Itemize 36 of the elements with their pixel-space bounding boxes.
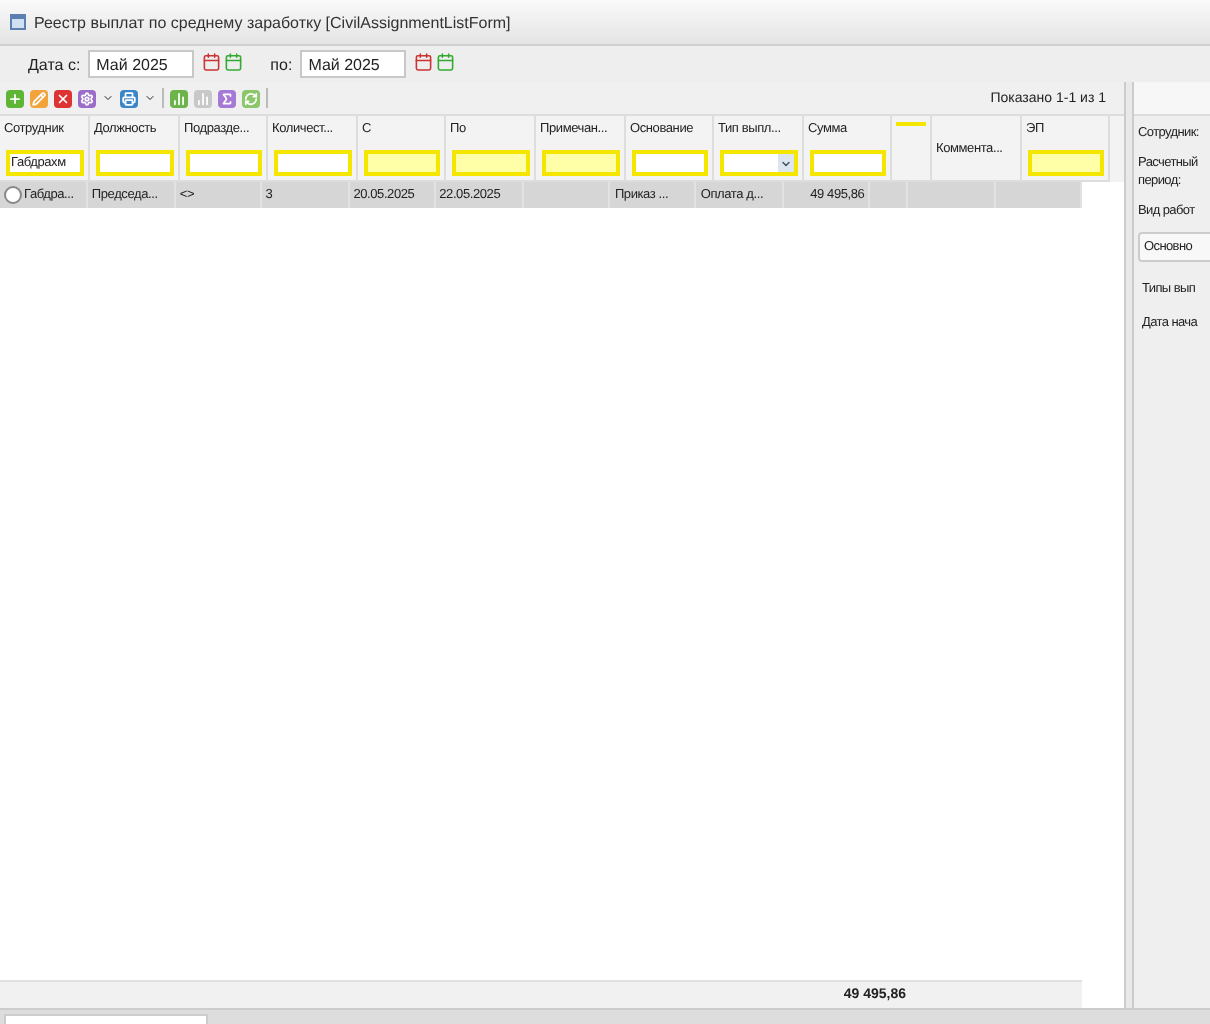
date-from-field[interactable]: Май 2025 — [88, 50, 195, 78]
caret-icon — [779, 157, 791, 169]
chart-icon[interactable] — [170, 89, 188, 107]
caret-icon[interactable] — [144, 92, 156, 104]
calendar-icon[interactable] — [202, 52, 222, 72]
window-icon — [10, 14, 26, 30]
add-icon[interactable] — [6, 89, 24, 107]
calendar-icon[interactable] — [414, 52, 434, 72]
printer-icon[interactable] — [120, 89, 138, 107]
filter-field[interactable] — [719, 150, 797, 176]
edit-icon[interactable] — [30, 89, 48, 107]
filter-field[interactable] — [631, 150, 707, 176]
filter-field[interactable] — [809, 150, 885, 176]
filter-field[interactable] — [273, 150, 351, 176]
row-radio[interactable] — [4, 186, 22, 204]
date-to-label: по: — [270, 55, 293, 73]
filter-field[interactable] — [363, 150, 439, 176]
filter-field[interactable] — [541, 150, 619, 176]
calendar-icon[interactable] — [435, 52, 455, 72]
delete-icon[interactable] — [54, 89, 72, 107]
window-title: Реестр выплат по среднему заработку [CivilAssignmentListForm] — [34, 13, 511, 31]
calendar-icon[interactable] — [223, 52, 243, 72]
sigma-icon[interactable] — [218, 89, 236, 107]
column-marker — [896, 122, 926, 126]
date-to-field[interactable]: Май 2025 — [300, 50, 407, 78]
bottom-tab[interactable] — [4, 1014, 208, 1024]
filter-field[interactable] — [185, 150, 261, 176]
filter-field[interactable] — [451, 150, 529, 176]
filter-field[interactable] — [95, 150, 173, 176]
filter-field[interactable] — [1027, 150, 1103, 176]
settings-icon[interactable] — [78, 89, 96, 107]
dropdown-button[interactable] — [777, 154, 793, 172]
chart-icon[interactable] — [194, 89, 212, 107]
caret-icon[interactable] — [102, 92, 114, 104]
refresh-icon[interactable] — [242, 89, 260, 107]
date-from-label: Дата с: — [28, 55, 81, 73]
